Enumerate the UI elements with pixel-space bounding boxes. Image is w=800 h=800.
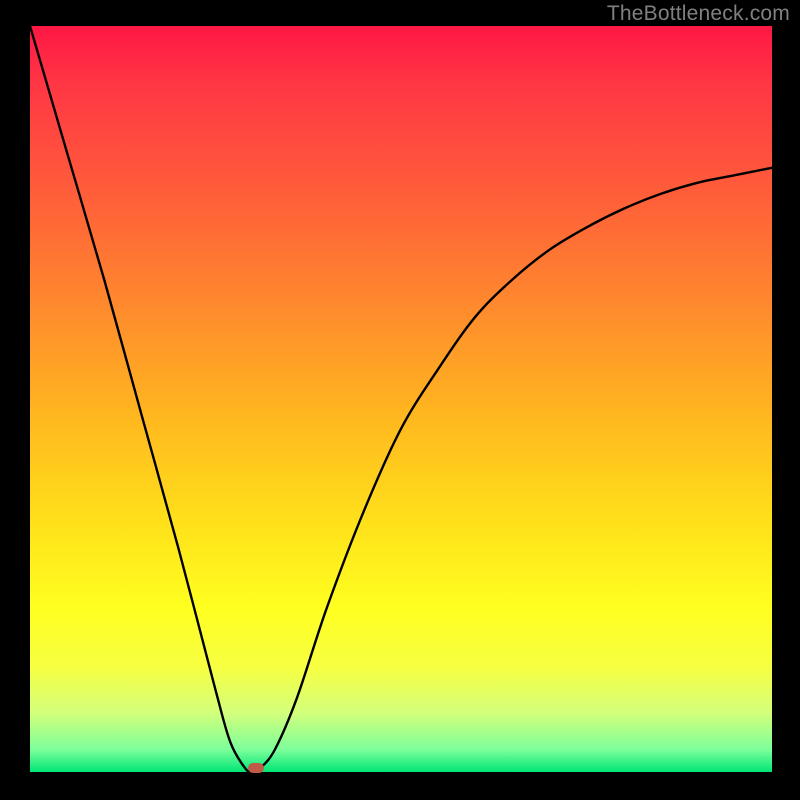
watermark-text: TheBottleneck.com [607,2,790,26]
optimal-point-marker [248,763,264,773]
plot-area [30,26,772,772]
bottleneck-curve [30,26,772,772]
chart-frame: TheBottleneck.com [0,0,800,800]
